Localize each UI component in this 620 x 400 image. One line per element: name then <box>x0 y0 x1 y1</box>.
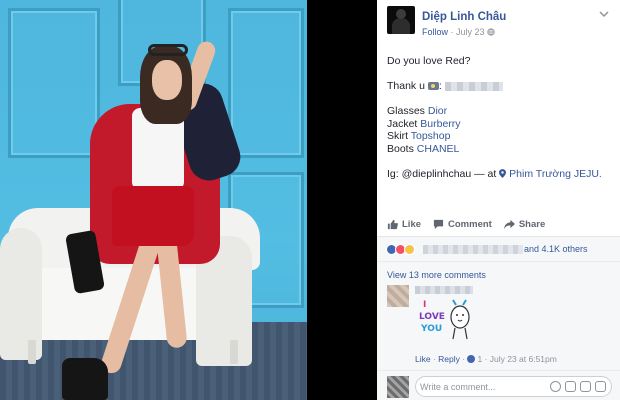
outfit-item: Skirt Topshop <box>387 130 451 142</box>
like-button[interactable]: Like <box>387 219 421 230</box>
meta-separator: · <box>450 27 454 37</box>
author-avatar[interactable] <box>387 6 415 34</box>
current-user-avatar <box>387 376 409 398</box>
comment-timestamp[interactable]: July 23 at 6:51pm <box>490 354 557 364</box>
comment-input[interactable] <box>416 377 536 396</box>
comment-like-link[interactable]: Like <box>415 354 431 364</box>
brand-link-chanel[interactable]: CHANEL <box>417 143 460 155</box>
outfit-item: Jacket Burberry <box>387 117 461 130</box>
chevron-down-icon[interactable] <box>599 10 609 18</box>
post-date[interactable]: July 23 <box>456 27 485 37</box>
blurred-names <box>423 245 523 254</box>
post-actions: Like Comment Share <box>387 219 545 230</box>
commenter-avatar[interactable] <box>387 285 409 307</box>
face <box>152 60 182 100</box>
post-photo[interactable] <box>0 0 307 400</box>
emoji-icon[interactable] <box>550 381 561 392</box>
sticker-text: LOVE <box>419 312 445 322</box>
comment-tools <box>550 381 606 392</box>
gif-icon[interactable] <box>580 381 591 392</box>
sticker-text: I <box>423 300 427 310</box>
ig-handle: Ig: @dieplinhchau — at <box>387 167 497 180</box>
location-pin-icon <box>499 168 507 178</box>
reaction-count[interactable]: and 4.1K others <box>524 244 588 254</box>
camera-icon[interactable] <box>565 381 576 392</box>
post-question: Do you love Red? <box>387 55 471 67</box>
globe-icon <box>487 28 495 36</box>
comment-like-reaction-icon <box>467 355 476 363</box>
write-comment-row <box>377 370 620 400</box>
love-sticker: I LOVE YOU <box>415 295 475 353</box>
thanks-line: Thank u : <box>387 80 612 93</box>
comment-reaction-count: 1 <box>477 354 483 364</box>
red-skirt <box>112 186 194 246</box>
wall-panel <box>8 8 100 158</box>
comment-button[interactable]: Comment <box>433 219 492 230</box>
post-meta: Follow · July 23 <box>422 27 495 37</box>
reaction-icons <box>386 244 415 255</box>
camera-icon <box>427 82 439 91</box>
follow-link[interactable]: Follow <box>422 27 448 37</box>
commenter-name-blurred <box>415 286 473 294</box>
brand-link-topshop[interactable]: Topshop <box>411 130 451 142</box>
wow-reaction-icon <box>404 244 415 255</box>
sunglasses <box>148 44 188 56</box>
bunny-sticker-icon <box>450 299 470 340</box>
sticker-icon[interactable] <box>595 381 606 392</box>
wall-panel <box>228 8 304 158</box>
author-name[interactable]: Diệp Linh Châu <box>422 11 506 23</box>
share-button[interactable]: Share <box>503 219 545 230</box>
post-body: Do you love Red? Thank u : Glasses Dior … <box>387 55 612 180</box>
outfit-item: Boots CHANEL <box>387 142 460 155</box>
location-link[interactable]: Phim Trường JEJU. <box>509 168 602 180</box>
thanks-text: Thank u <box>387 80 425 92</box>
ig-line: Ig: @dieplinhchau — at Phim Trường JEJU. <box>387 168 612 181</box>
boot <box>62 358 108 400</box>
view-more-comments[interactable]: View 13 more comments <box>387 270 486 280</box>
blurred-tag <box>444 81 503 91</box>
sofa-leg <box>28 340 36 364</box>
comments-section: View 13 more comments I LOVE YOU Like · … <box>377 261 620 400</box>
share-icon <box>503 219 515 230</box>
post-panel: Diệp Linh Châu Follow · July 23 Do you l… <box>377 0 620 400</box>
brand-link-burberry[interactable]: Burberry <box>420 118 460 130</box>
reactions-bar[interactable]: and 4.1K others <box>377 236 620 261</box>
comment-icon <box>433 219 444 230</box>
sofa-leg <box>230 340 238 364</box>
comment-reply-link[interactable]: Reply <box>438 354 460 364</box>
outfit-item: Glasses Dior <box>387 105 448 117</box>
brand-link-dior[interactable]: Dior <box>428 105 447 117</box>
thumbs-up-icon <box>387 219 398 230</box>
sticker-text: YOU <box>421 324 443 334</box>
comment-box[interactable] <box>415 376 612 397</box>
comment-meta: Like · Reply · 1 · July 23 at 6:51pm <box>415 354 557 364</box>
